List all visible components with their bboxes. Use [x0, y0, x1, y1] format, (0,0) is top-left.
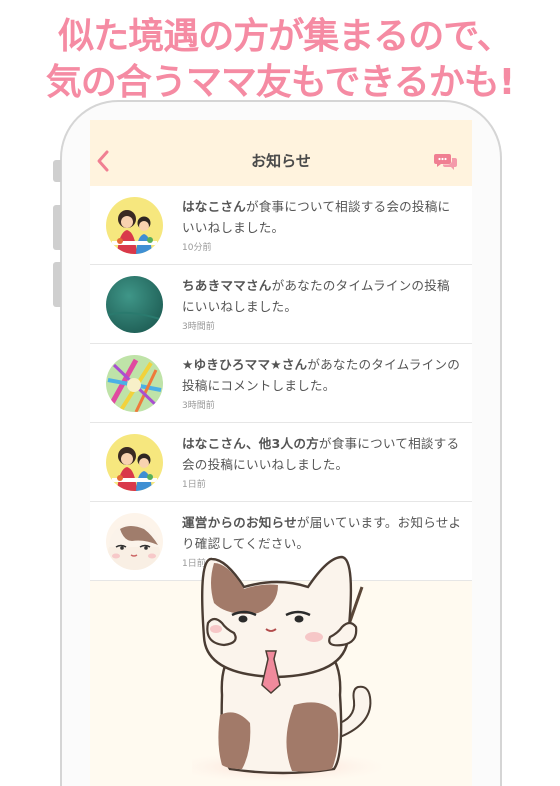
notification-item[interactable]: はなこさんが食事について相談する会の投稿にいいねしました。 10分前 [90, 186, 472, 265]
mother-child-illustration-icon [106, 197, 163, 254]
cat-mascot-icon [106, 513, 163, 570]
notification-message: ちあきママさんがあなたのタイムラインの投稿にいいねしました。 [182, 275, 462, 317]
phone-mute-switch [53, 160, 61, 182]
notification-list: はなこさんが食事について相談する会の投稿にいいねしました。 10分前 ちあきママ… [90, 186, 472, 581]
avatar [106, 276, 163, 333]
teal-photo-icon [106, 276, 163, 333]
chevron-left-icon [97, 150, 109, 172]
mother-child-illustration-icon [106, 434, 163, 491]
status-bar [90, 120, 472, 134]
notification-item[interactable]: ★ゆきひろママ★さんがあなたのタイムラインの投稿にコメントしました。 3時間前 [90, 344, 472, 423]
phone-volume-down [53, 262, 61, 307]
notification-message: はなこさん、他3人の方が食事について相談する会の投稿にいいねしました。 [182, 433, 462, 475]
navigation-bar: お知らせ [90, 134, 472, 186]
phone-volume-up [53, 205, 61, 250]
promo-caption: 似た境遇の方が集まるので、 気の合うママ友もできるかも! [0, 14, 560, 106]
notification-sender: ちあきママさん [182, 278, 272, 293]
avatar [106, 434, 163, 491]
notification-sender: はなこさん、他3人の方 [182, 436, 319, 451]
avatar [106, 513, 163, 570]
notification-item[interactable]: はなこさん、他3人の方が食事について相談する会の投稿にいいねしました。 1日前 [90, 423, 472, 502]
notification-item[interactable]: ちあきママさんがあなたのタイムラインの投稿にいいねしました。 3時間前 [90, 265, 472, 344]
notification-message: はなこさんが食事について相談する会の投稿にいいねしました。 [182, 196, 462, 238]
notification-sender: 運営からのお知らせ [182, 515, 297, 530]
notification-time: 3時間前 [182, 322, 215, 332]
chat-bubbles-icon [434, 154, 457, 170]
avatar [106, 197, 163, 254]
notification-sender: ★ゆきひろママ★さん [182, 357, 308, 372]
notification-time: 3時間前 [182, 401, 215, 411]
colorful-photo-icon [106, 355, 163, 412]
page-title: お知らせ [251, 151, 311, 170]
cat-mascot-illustration [192, 555, 382, 783]
avatar [106, 355, 163, 412]
notification-time: 10分前 [182, 243, 212, 253]
promo-line-1: 似た境遇の方が集まるので、 [58, 16, 513, 57]
back-button[interactable] [92, 148, 116, 174]
notification-message: ★ゆきひろママ★さんがあなたのタイムラインの投稿にコメントしました。 [182, 354, 462, 396]
notification-sender: はなこさん [182, 199, 246, 214]
notification-time: 1日前 [182, 480, 206, 490]
chat-button[interactable] [434, 152, 458, 172]
